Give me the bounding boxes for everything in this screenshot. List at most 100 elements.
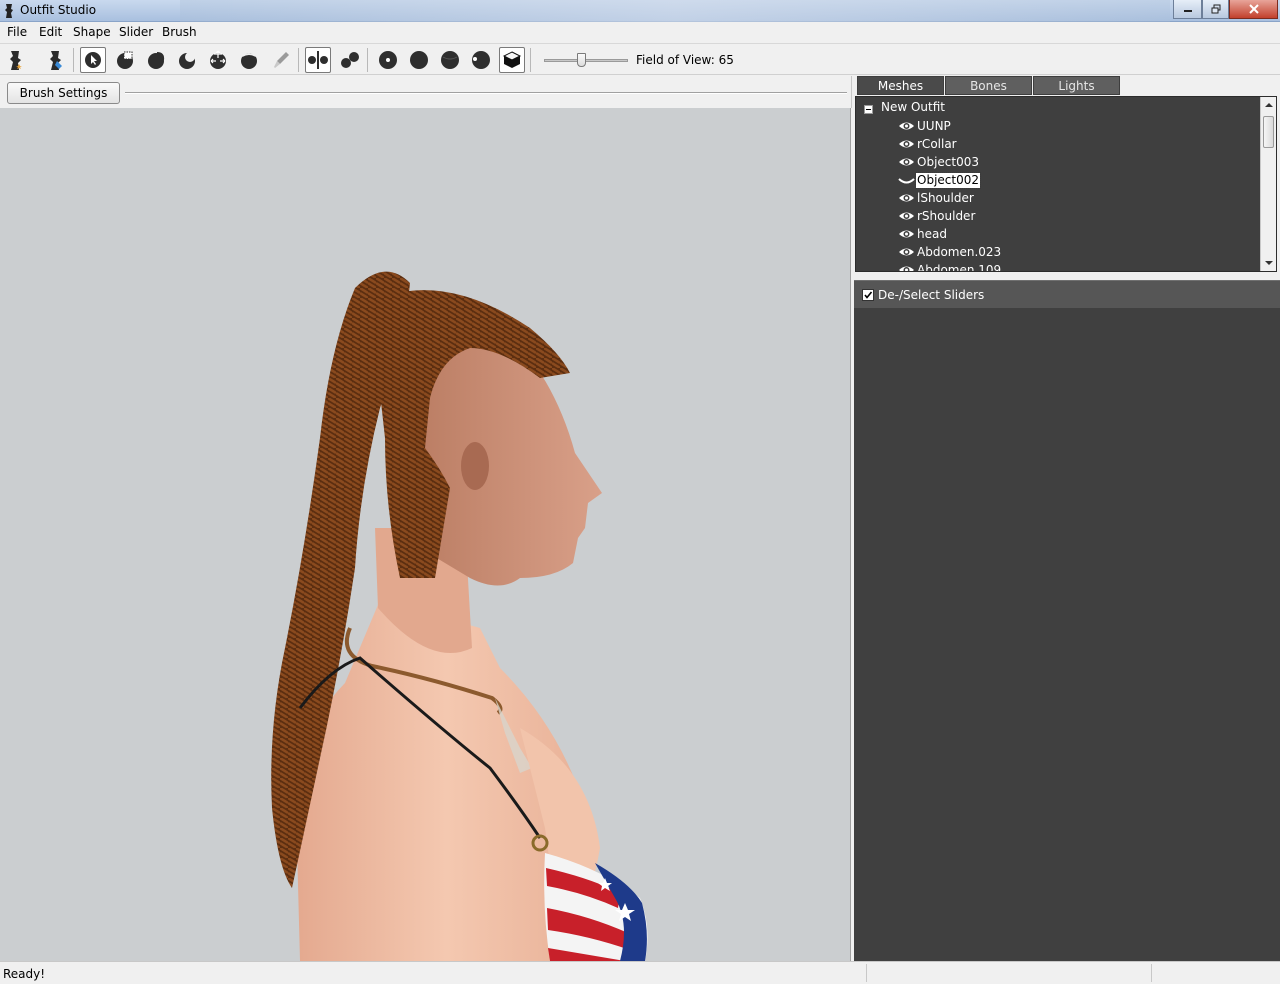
tree-item[interactable]: lShoulder [898, 190, 1228, 207]
toolbar-separator [367, 48, 368, 72]
tree-root-label: New Outfit [881, 100, 946, 114]
tree-item-label: Abdomen.109 [917, 263, 1002, 272]
tree-item[interactable]: Object002 [898, 172, 1228, 189]
tree-item-label: rCollar [917, 137, 957, 151]
3d-viewport[interactable] [0, 108, 851, 961]
menu-bar: File Edit Shape Slider Brush [0, 22, 1280, 42]
eye-icon[interactable] [898, 210, 915, 222]
status-separator [866, 964, 867, 982]
title-bar: Outfit Studio [0, 0, 1280, 22]
load-reference-icon [10, 51, 22, 70]
select-brush-button[interactable] [80, 47, 106, 73]
connected-only-button[interactable] [337, 47, 363, 73]
tree-item[interactable]: head [898, 226, 1228, 243]
move-brush-button[interactable] [205, 47, 231, 73]
scroll-down-button[interactable] [1261, 255, 1276, 271]
smooth-brush-icon [241, 53, 257, 69]
sliders-area [854, 308, 1280, 961]
tree-item-label: head [917, 227, 947, 241]
x-mirror-button[interactable] [305, 47, 331, 73]
shade-view-icon [410, 51, 428, 69]
select-brush-icon [85, 52, 101, 68]
tree-scrollbar[interactable] [1260, 97, 1276, 271]
eye-icon[interactable] [898, 228, 915, 240]
eye-icon[interactable] [898, 156, 915, 168]
toolbar-separator [298, 48, 299, 72]
tree-item[interactable]: rShoulder [898, 208, 1228, 225]
tab-meshes[interactable]: Meshes [857, 76, 944, 95]
toolbar-separator [73, 48, 74, 72]
close-button[interactable] [1229, 0, 1278, 19]
tab-lights[interactable]: Lights [1033, 76, 1120, 95]
wireframe-view-button[interactable] [437, 47, 463, 73]
tab-bones[interactable]: Bones [945, 76, 1032, 95]
tree-item-label: rShoulder [917, 209, 976, 223]
tree-item-label: Abdomen.023 [917, 245, 1002, 259]
load-reference-button[interactable] [3, 47, 29, 73]
panel-tabs: Meshes Bones Lights [854, 76, 1278, 96]
weight-brush-icon [274, 52, 289, 68]
tree-item[interactable]: Object003 [898, 154, 1228, 171]
vertex-view-icon [379, 51, 397, 69]
mesh-tree[interactable]: New Outfit UUNP rCollar Object003 Object002… [855, 96, 1277, 272]
brush-settings-row: Brush Settings >> [0, 76, 852, 120]
ear [461, 442, 489, 490]
menu-brush[interactable]: Brush [162, 25, 197, 39]
tree-item-label: Object003 [917, 155, 979, 169]
collapse-icon[interactable] [864, 105, 873, 114]
scroll-thumb[interactable] [1263, 116, 1274, 148]
arrow-up-icon [1265, 103, 1273, 107]
status-bar: Ready! [0, 961, 1280, 984]
fov-slider-thumb[interactable] [577, 53, 586, 67]
mask-brush-button[interactable] [112, 47, 138, 73]
x-mirror-icon [308, 51, 328, 69]
fov-slider[interactable] [544, 53, 628, 67]
character-model [271, 271, 648, 961]
tree-item[interactable]: rCollar [898, 136, 1228, 153]
deflate-brush-button[interactable] [174, 47, 200, 73]
eye-icon[interactable] [898, 192, 915, 204]
deselect-sliders-label: De-/Select Sliders [878, 288, 985, 302]
inflate-brush-button[interactable] [143, 47, 169, 73]
status-text: Ready! [3, 967, 46, 981]
deselect-sliders-checkbox[interactable] [862, 289, 874, 301]
menu-shape[interactable]: Shape [73, 25, 111, 39]
minimize-button[interactable] [1173, 0, 1202, 19]
texture-view-button[interactable] [499, 47, 525, 73]
status-separator [1151, 964, 1152, 982]
panel-splitter[interactable] [852, 274, 1280, 278]
smooth-brush-button[interactable] [236, 47, 262, 73]
inflate-brush-icon [148, 52, 165, 69]
scroll-up-button[interactable] [1261, 97, 1276, 113]
menu-edit[interactable]: Edit [39, 25, 62, 39]
tree-item[interactable]: Abdomen.109 [898, 262, 1228, 272]
fov-label: Field of View: 65 [636, 53, 734, 67]
toolbar-separator [530, 48, 531, 72]
lighting-view-button[interactable] [468, 47, 494, 73]
check-icon [864, 291, 873, 299]
arrow-down-icon [1265, 261, 1273, 265]
load-outfit-button[interactable] [43, 47, 69, 73]
eye-icon[interactable] [898, 264, 915, 272]
vertex-view-button[interactable] [375, 47, 401, 73]
eye-icon[interactable] [898, 246, 915, 258]
restore-icon [1211, 4, 1220, 14]
deflate-brush-icon [179, 52, 195, 69]
fov-slider-track [544, 59, 628, 62]
tree-item-label: Object002 [915, 172, 981, 189]
connected-only-icon [341, 52, 359, 68]
eye-icon[interactable] [898, 138, 915, 150]
eye-icon[interactable] [898, 120, 915, 132]
tree-item[interactable]: UUNP [898, 118, 1228, 135]
maximize-button[interactable] [1202, 0, 1229, 19]
right-panel: Meshes Bones Lights New Outfit UUNP rColl… [852, 76, 1280, 961]
brush-settings-button[interactable]: Brush Settings >> [7, 82, 120, 120]
weight-brush-button[interactable] [268, 47, 294, 73]
eye-closed-icon[interactable] [898, 174, 915, 186]
tree-item[interactable]: Abdomen.023 [898, 244, 1228, 261]
lighting-view-icon [472, 51, 490, 69]
shade-view-button[interactable] [406, 47, 432, 73]
menu-file[interactable]: File [7, 25, 27, 39]
minimize-icon [1183, 10, 1192, 12]
menu-slider[interactable]: Slider [119, 25, 153, 39]
